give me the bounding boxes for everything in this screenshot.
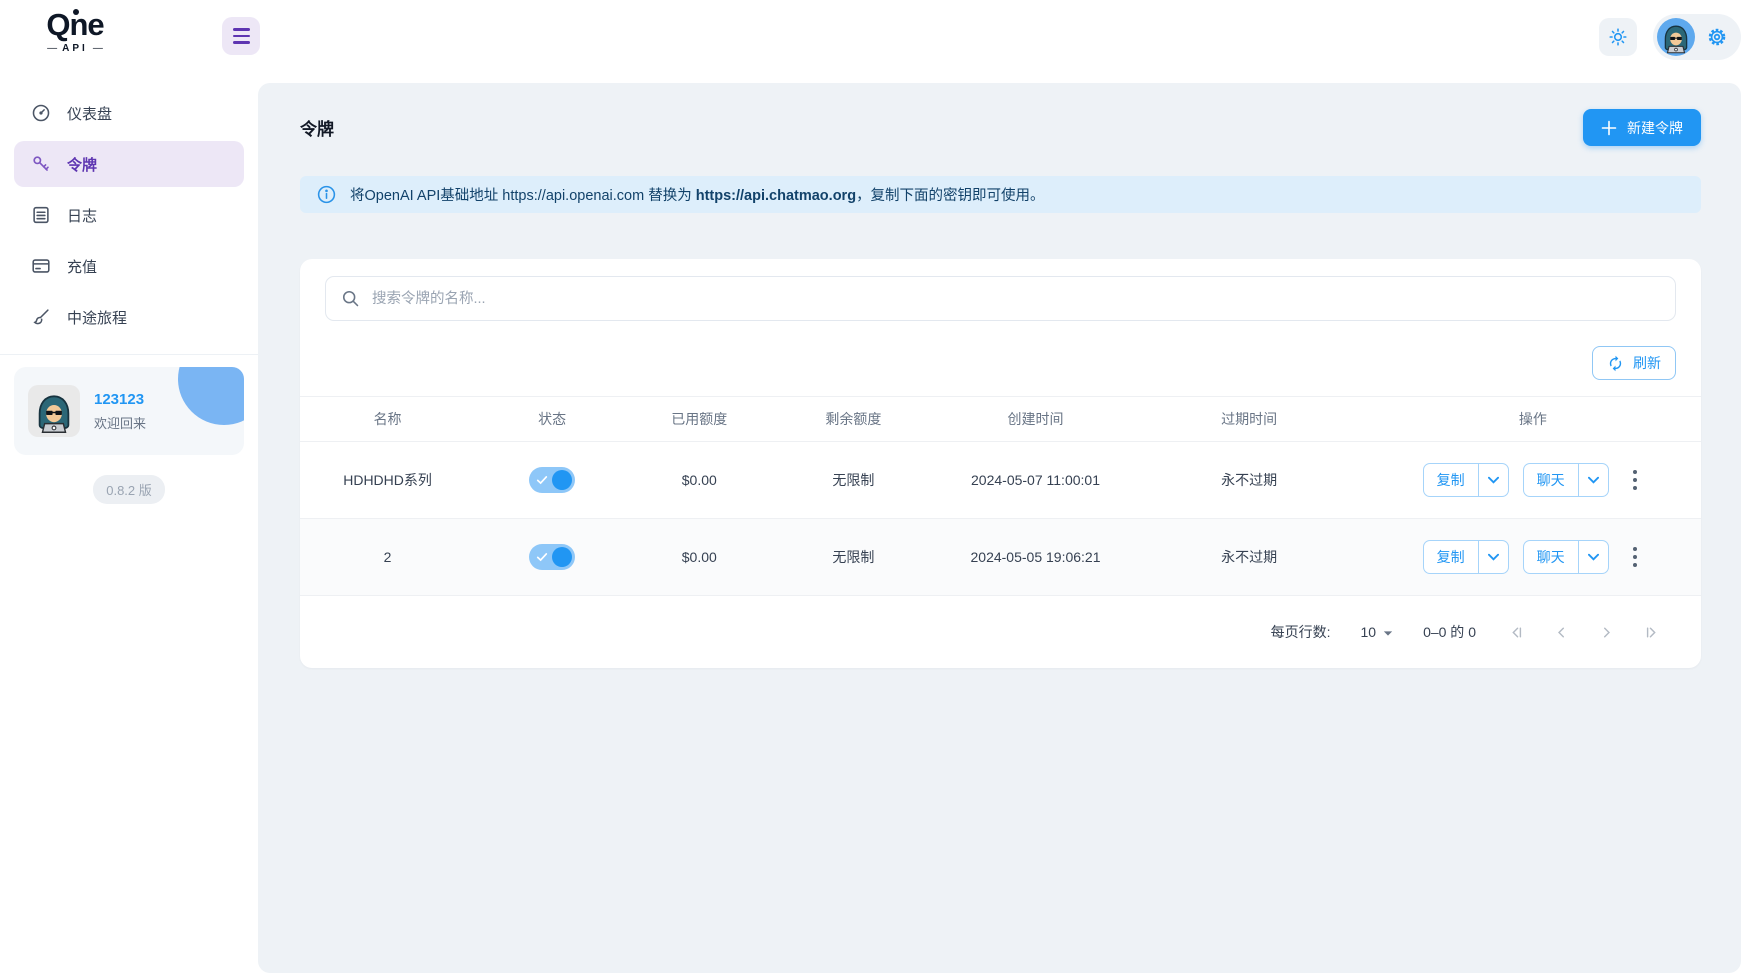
sidebar-item-label: 仪表盘 <box>67 105 113 123</box>
col-status: 状态 <box>475 396 630 442</box>
api-base-notice: 将OpenAI API基础地址 https://api.openai.com 替… <box>300 176 1701 213</box>
col-created-time: 创建时间 <box>937 396 1134 442</box>
menu-toggle-button[interactable] <box>222 17 260 55</box>
log-icon <box>30 204 52 226</box>
token-created: 2024-05-07 11:00:01 <box>937 441 1134 519</box>
token-name: 2 <box>300 518 476 596</box>
copy-dropdown-caret[interactable] <box>1477 464 1508 496</box>
rows-per-page-label: 每页行数: <box>1270 624 1331 640</box>
sidebar-item-label: 日志 <box>67 207 98 225</box>
refresh-button[interactable]: 刷新 <box>1592 346 1676 380</box>
user-avatar <box>28 385 80 437</box>
row-more-menu[interactable] <box>1627 541 1644 574</box>
token-used: $0.00 <box>629 441 770 519</box>
col-name: 名称 <box>300 396 476 442</box>
chat-button[interactable]: 聊天 <box>1524 464 1578 496</box>
notice-text: 将OpenAI API基础地址 https://api.openai.com 替… <box>350 188 1045 204</box>
col-actions: 操作 <box>1364 396 1701 442</box>
main-panel: 令牌 新建令牌 将OpenAI API基础地址 https://api.open… <box>258 83 1741 973</box>
copy-button[interactable]: 复制 <box>1424 541 1478 573</box>
row-more-menu[interactable] <box>1627 464 1644 497</box>
brand-sub: API <box>20 43 130 54</box>
copy-button[interactable]: 复制 <box>1424 464 1478 496</box>
topbar: Qne API <box>0 0 1757 72</box>
next-page-button[interactable] <box>1596 622 1617 643</box>
sidebar-item-midjourney[interactable]: 中途旅程 <box>14 294 244 340</box>
brand-logo: Qne API <box>20 8 130 55</box>
check-icon <box>536 550 548 566</box>
paintbrush-icon <box>30 306 52 328</box>
col-remaining-quota: 剩余额度 <box>769 396 938 442</box>
sun-icon <box>1607 26 1629 48</box>
credit-card-icon <box>30 255 52 277</box>
settings-gear-icon[interactable] <box>1705 25 1729 49</box>
col-expiry-time: 过期时间 <box>1133 396 1365 442</box>
theme-toggle-button[interactable] <box>1599 18 1637 56</box>
sidebar: 仪表盘 令牌 日志 充值 中途旅程 123123 欢迎回来 0.8.2 版 <box>0 72 258 973</box>
token-remaining: 无限制 <box>769 518 938 596</box>
col-used-quota: 已用额度 <box>629 396 770 442</box>
table-header-row: 名称 状态 已用额度 剩余额度 创建时间 过期时间 操作 <box>300 396 1701 442</box>
user-name: 123123 <box>94 390 145 408</box>
key-icon <box>30 153 52 175</box>
first-page-button[interactable] <box>1506 622 1527 643</box>
token-name: HDHDHD系列 <box>300 441 476 519</box>
pagination-range: 0–0 的 0 <box>1423 624 1476 640</box>
search-input[interactable] <box>325 276 1676 321</box>
pagination: 每页行数: 10 0–0 的 0 <box>325 596 1676 668</box>
last-page-button[interactable] <box>1641 622 1662 643</box>
user-avatar <box>1657 18 1695 56</box>
chat-dropdown-caret[interactable] <box>1577 541 1608 573</box>
previous-page-button[interactable] <box>1551 622 1572 643</box>
token-row: 2 $0.00 无限制 2024-05-05 19:06:21 永不过期 复制 … <box>300 518 1701 596</box>
token-expires: 永不过期 <box>1133 441 1365 519</box>
chat-dropdown-caret[interactable] <box>1577 464 1608 496</box>
token-row: HDHDHD系列 $0.00 无限制 2024-05-07 11:00:01 永… <box>300 441 1701 519</box>
token-remaining: 无限制 <box>769 441 938 519</box>
user-greeting: 欢迎回来 <box>94 415 147 431</box>
tokens-card: 刷新 名称 状态 已用额度 剩余额度 创建时间 过期时间 操作 <box>300 259 1701 668</box>
sidebar-item-logs[interactable]: 日志 <box>14 192 244 238</box>
brand-logo-dot <box>73 9 79 15</box>
sidebar-item-label: 充值 <box>67 258 98 276</box>
user-card[interactable]: 123123 欢迎回来 <box>14 367 244 455</box>
sidebar-item-label: 中途旅程 <box>67 309 128 327</box>
plus-icon <box>1601 120 1617 136</box>
tokens-table: 名称 状态 已用额度 剩余额度 创建时间 过期时间 操作 HDHDHD系列 $0… <box>300 396 1701 596</box>
search-icon <box>340 288 361 314</box>
gauge-icon <box>30 102 52 124</box>
copy-dropdown-caret[interactable] <box>1477 541 1508 573</box>
profile-menu[interactable] <box>1653 14 1741 60</box>
token-expires: 永不过期 <box>1133 518 1365 596</box>
chevron-down-icon <box>1383 624 1393 640</box>
page-title: 令牌 <box>300 120 334 139</box>
sidebar-item-tokens[interactable]: 令牌 <box>14 141 244 187</box>
status-toggle[interactable] <box>529 467 576 493</box>
info-icon <box>316 184 337 205</box>
new-token-button[interactable]: 新建令牌 <box>1583 109 1701 146</box>
refresh-icon <box>1607 355 1624 372</box>
check-icon <box>536 473 548 489</box>
decorative-bubble <box>178 367 244 425</box>
chat-button[interactable]: 聊天 <box>1524 541 1578 573</box>
status-toggle[interactable] <box>529 544 576 570</box>
sidebar-item-dashboard[interactable]: 仪表盘 <box>14 90 244 136</box>
sidebar-item-label: 令牌 <box>67 156 98 174</box>
token-used: $0.00 <box>629 518 770 596</box>
token-created: 2024-05-05 19:06:21 <box>937 518 1134 596</box>
version-badge: 0.8.2 版 <box>93 475 165 504</box>
sidebar-item-topup[interactable]: 充值 <box>14 243 244 289</box>
rows-per-page-select[interactable]: 10 <box>1360 624 1393 640</box>
